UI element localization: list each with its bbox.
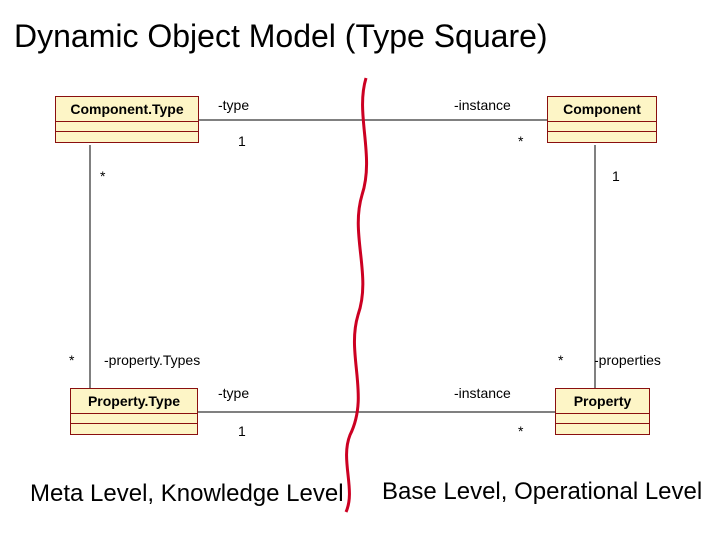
class-compartment	[548, 132, 656, 142]
slide-title: Dynamic Object Model (Type Square)	[14, 18, 548, 55]
role-type-bottom: -type	[218, 385, 249, 401]
mult-1-right-top: 1	[612, 168, 620, 184]
class-name: Component.Type	[56, 97, 198, 122]
class-name: Component	[548, 97, 656, 122]
class-compartment	[56, 132, 198, 142]
caption-meta-level: Meta Level, Knowledge Level	[30, 480, 344, 508]
level-divider	[346, 78, 367, 512]
mult-1-top-left: 1	[238, 133, 246, 149]
class-property-type: Property.Type	[70, 388, 198, 435]
mult-star-left-bottom: *	[69, 352, 74, 368]
class-compartment	[548, 122, 656, 132]
mult-1-bottom-left: 1	[238, 423, 246, 439]
mult-star-left-top: *	[100, 168, 105, 184]
class-compartment	[556, 414, 649, 424]
mult-star-right-bottom: *	[558, 352, 563, 368]
caption-base-level: Base Level, Operational Level	[382, 478, 702, 506]
class-name: Property.Type	[71, 389, 197, 414]
role-type-top: -type	[218, 97, 249, 113]
role-instance-top: -instance	[454, 97, 511, 113]
role-property-types: -property.Types	[104, 352, 200, 368]
class-compartment	[556, 424, 649, 434]
class-name: Property	[556, 389, 649, 414]
class-compartment	[71, 424, 197, 434]
diagram-connectors	[0, 0, 720, 540]
class-property: Property	[555, 388, 650, 435]
role-instance-bottom: -instance	[454, 385, 511, 401]
class-compartment	[56, 122, 198, 132]
mult-star-bottom-right: *	[518, 423, 523, 439]
class-component-type: Component.Type	[55, 96, 199, 143]
role-properties: -properties	[594, 352, 661, 368]
class-compartment	[71, 414, 197, 424]
class-component: Component	[547, 96, 657, 143]
mult-star-top-right: *	[518, 133, 523, 149]
